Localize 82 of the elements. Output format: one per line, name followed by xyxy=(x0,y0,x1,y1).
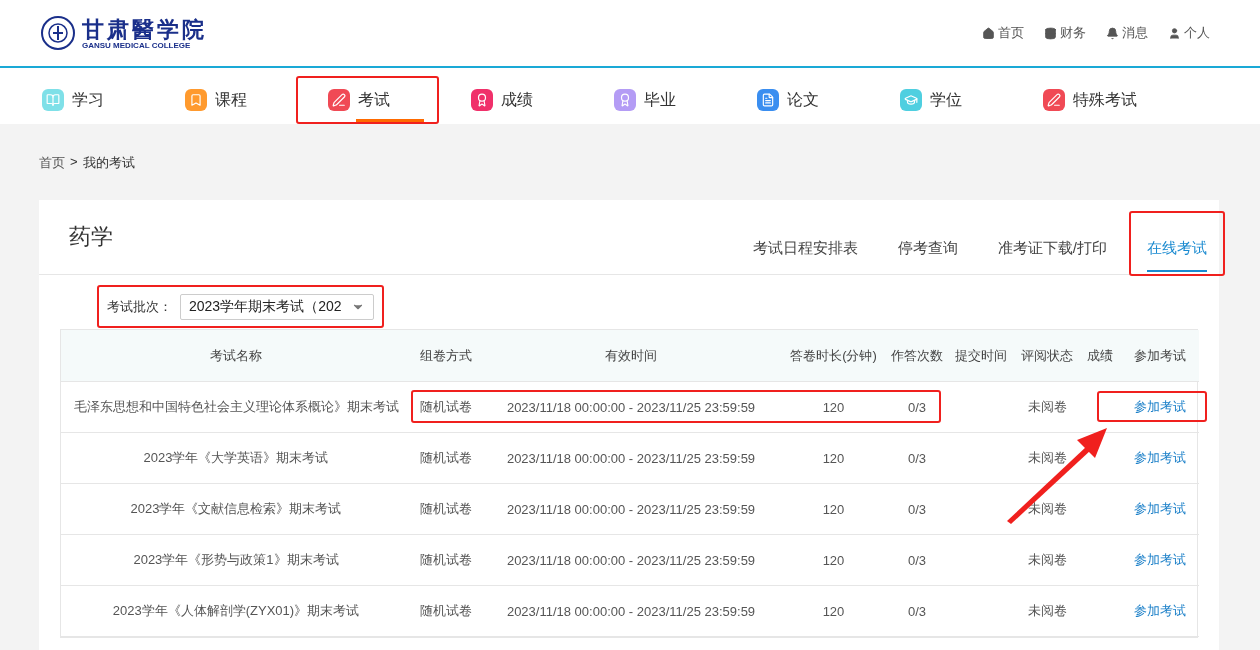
table-cell: 120 xyxy=(781,534,886,586)
column-header: 有效时间 xyxy=(481,330,781,382)
join-exam-link[interactable]: 参加考试 xyxy=(1133,399,1186,414)
breadcrumb-separator: > xyxy=(70,154,78,171)
active-underline xyxy=(1147,270,1207,272)
nav-item[interactable]: 成绩 xyxy=(439,76,582,124)
top-link[interactable]: 消息 xyxy=(1106,24,1148,42)
database-icon xyxy=(1044,26,1057,40)
join-exam-link[interactable]: 参加考试 xyxy=(1133,501,1186,516)
home-icon xyxy=(982,26,995,40)
nav-label: 考试 xyxy=(358,89,390,110)
nav-item[interactable]: 毕业 xyxy=(582,76,725,124)
column-header: 评阅状态 xyxy=(1014,330,1080,382)
table-cell: 未阅卷 xyxy=(1014,534,1080,586)
nav-item[interactable]: 课程 xyxy=(153,76,296,124)
college-name: 甘肃醫学院 xyxy=(82,16,207,41)
breadcrumb-link[interactable]: 首页 xyxy=(39,154,65,172)
table-cell: 0/3 xyxy=(886,432,948,484)
nav-label: 学位 xyxy=(930,89,962,110)
column-header: 作答次数 xyxy=(886,330,948,382)
tab[interactable]: 在线考试 xyxy=(1129,211,1225,276)
college-name-english: GANSU MEDICAL COLLEGE xyxy=(82,40,191,50)
column-header: 考试名称 xyxy=(61,330,411,382)
table-cell: 2023/11/18 00:00:00 - 2023/11/25 23:59:59 xyxy=(481,483,781,535)
nav-label: 成绩 xyxy=(501,89,533,110)
nav-label: 毕业 xyxy=(644,89,676,110)
table-cell: 2023学年《人体解剖学(ZYX01)》期末考试 xyxy=(61,585,411,637)
tab[interactable]: 考试日程安排表 xyxy=(734,211,876,276)
join-exam-link[interactable]: 参加考试 xyxy=(1133,552,1186,567)
table-cell: 随机试卷 xyxy=(411,534,481,586)
seal-icon xyxy=(40,15,76,51)
column-header: 组卷方式 xyxy=(411,330,481,382)
user-icon xyxy=(1168,26,1181,40)
top-link[interactable]: 财务 xyxy=(1044,24,1086,42)
table-cell: 0/3 xyxy=(886,381,948,433)
table-cell: 2023学年《文献信息检索》期末考试 xyxy=(61,483,411,535)
arrow-icon xyxy=(1007,428,1107,524)
nav-item[interactable]: 考试 xyxy=(296,76,439,124)
column-header: 答卷时长(分钟) xyxy=(781,330,886,382)
nav-item[interactable]: 特殊考试 xyxy=(1011,76,1154,124)
tab[interactable]: 准考证下载/打印 xyxy=(979,211,1125,276)
table-cell: 120 xyxy=(781,483,886,535)
table-cell: 0/3 xyxy=(886,585,948,637)
table-cell: 随机试卷 xyxy=(411,432,481,484)
nav-label: 特殊考试 xyxy=(1073,89,1137,110)
nav-item[interactable]: 学位 xyxy=(868,76,1011,124)
table-cell: 随机试卷 xyxy=(411,483,481,535)
column-header: 成绩 xyxy=(1080,330,1120,382)
tab[interactable]: 停考查询 xyxy=(879,211,976,276)
table-cell: 未阅卷 xyxy=(1014,381,1080,433)
table-cell: 2023/11/18 00:00:00 - 2023/11/25 23:59:59 xyxy=(481,381,781,433)
breadcrumb-current: 我的考试 xyxy=(82,154,135,172)
batch-select[interactable]: 2023学年期末考试（202 xyxy=(180,293,374,320)
table-cell: 随机试卷 xyxy=(411,381,481,433)
table-cell: 2023学年《形势与政策1》期末考试 xyxy=(61,534,411,586)
filter-label: 考试批次： xyxy=(107,297,172,316)
column-header: 参加考试 xyxy=(1120,330,1199,382)
table-cell: 0/3 xyxy=(886,483,948,535)
nav-label: 学习 xyxy=(72,89,104,110)
table-cell: 2023/11/18 00:00:00 - 2023/11/25 23:59:59 xyxy=(481,432,781,484)
top-link[interactable]: 个人 xyxy=(1168,24,1210,42)
active-underline xyxy=(356,119,424,122)
table-cell: 2023学年《大学英语》期末考试 xyxy=(61,432,411,484)
table-cell: 2023/11/18 00:00:00 - 2023/11/25 23:59:59 xyxy=(481,534,781,586)
table-cell: 随机试卷 xyxy=(411,585,481,637)
nav-item[interactable]: 论文 xyxy=(725,76,868,124)
nav-label: 论文 xyxy=(787,89,819,110)
join-exam-link[interactable]: 参加考试 xyxy=(1133,450,1186,465)
nav-item[interactable]: 学习 xyxy=(10,76,153,124)
join-exam-link[interactable]: 参加考试 xyxy=(1133,603,1186,618)
top-link[interactable]: 首页 xyxy=(982,24,1024,42)
bell-icon xyxy=(1106,26,1119,40)
table-cell: 毛泽东思想和中国特色社会主义理论体系概论》期末考试 xyxy=(61,381,411,433)
card-title: 药学 xyxy=(69,223,113,251)
table-cell: 120 xyxy=(781,585,886,637)
nav-label: 课程 xyxy=(215,89,247,110)
table-cell: 2023/11/18 00:00:00 - 2023/11/25 23:59:59 xyxy=(481,585,781,637)
table-cell: 未阅卷 xyxy=(1014,585,1080,637)
table-cell: 0/3 xyxy=(886,534,948,586)
table-cell: 120 xyxy=(781,432,886,484)
column-header: 提交时间 xyxy=(948,330,1014,382)
table-cell: 120 xyxy=(781,381,886,433)
